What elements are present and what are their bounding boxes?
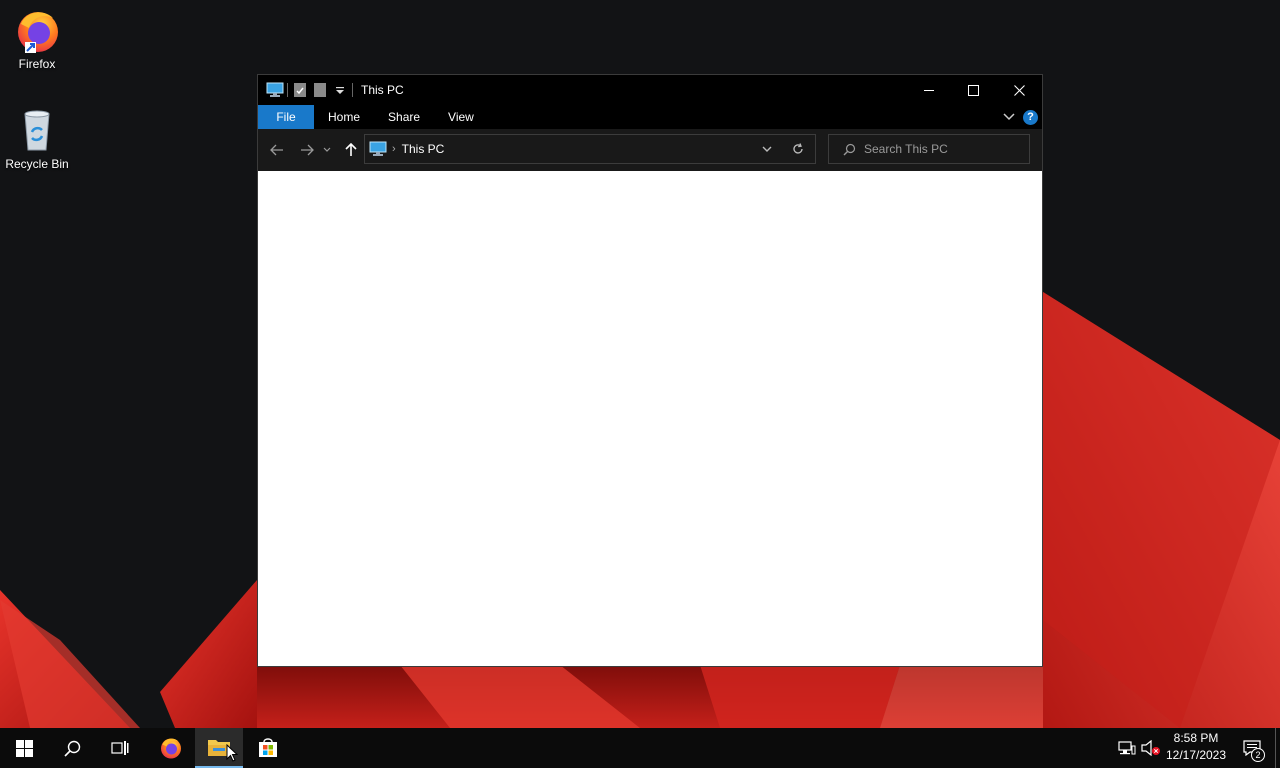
recycle-bin-icon — [13, 106, 61, 154]
taskbar-file-explorer[interactable] — [195, 728, 243, 768]
toolbar-separator — [352, 83, 353, 97]
breadcrumb-this-pc[interactable]: This PC — [402, 142, 445, 156]
firefox-icon — [161, 738, 181, 759]
notification-count-badge: 2 — [1251, 748, 1265, 762]
volume-muted-icon — [1141, 740, 1160, 756]
this-pc-icon[interactable] — [265, 80, 285, 100]
properties-icon[interactable] — [290, 80, 310, 100]
action-center-button[interactable]: 2 — [1234, 728, 1270, 768]
chevron-down-icon — [1003, 113, 1015, 121]
recent-locations-button[interactable] — [320, 139, 334, 161]
forward-button[interactable] — [296, 139, 318, 161]
customize-toolbar-icon[interactable] — [330, 80, 350, 100]
taskbar-search-button[interactable] — [48, 728, 96, 768]
network-button[interactable] — [1116, 728, 1138, 768]
navigation-bar: › This PC — [258, 129, 1042, 171]
search-icon — [843, 143, 856, 156]
quick-access-toolbar — [258, 75, 355, 105]
arrow-up-icon — [345, 143, 357, 156]
file-explorer-window[interactable]: This PC File Home Share View ? › This PC… — [257, 74, 1043, 667]
taskbar-microsoft-store[interactable] — [244, 728, 292, 768]
ribbon-tabs: File Home Share View ? — [258, 105, 1042, 129]
up-button[interactable] — [340, 139, 362, 161]
search-icon — [63, 740, 80, 757]
mouse-cursor-icon — [226, 744, 238, 762]
taskbar: 8:58 PM 12/17/2023 2 — [0, 728, 1280, 768]
windows-logo-icon — [15, 739, 33, 757]
start-button[interactable] — [0, 728, 48, 768]
search-box[interactable] — [828, 134, 1030, 164]
tab-share[interactable]: Share — [374, 105, 434, 129]
title-bar[interactable]: This PC — [258, 75, 1042, 105]
task-view-button[interactable] — [96, 728, 144, 768]
refresh-button[interactable] — [791, 142, 805, 156]
store-icon — [259, 738, 277, 757]
firefox-icon — [13, 6, 61, 54]
chevron-down-icon — [323, 147, 331, 152]
file-list-pane[interactable] — [258, 171, 1042, 666]
tab-file[interactable]: File — [258, 105, 314, 129]
desktop-icon-label: Firefox — [18, 57, 56, 71]
network-icon — [1118, 741, 1136, 755]
back-button[interactable] — [266, 139, 288, 161]
show-desktop-button[interactable] — [1275, 728, 1280, 768]
window-title: This PC — [361, 83, 404, 97]
help-icon[interactable]: ? — [1023, 109, 1038, 125]
arrow-left-icon — [270, 144, 283, 156]
breadcrumb-chevron-icon[interactable]: › — [392, 143, 396, 155]
desktop-icon-recycle-bin[interactable]: Recycle Bin — [1, 106, 73, 171]
clock-date: 12/17/2023 — [1165, 748, 1227, 762]
maximize-icon — [967, 84, 979, 96]
this-pc-icon — [369, 141, 387, 157]
tab-home[interactable]: Home — [314, 105, 374, 129]
new-folder-icon[interactable] — [310, 80, 330, 100]
toolbar-separator — [287, 83, 288, 97]
chevron-down-icon — [762, 146, 772, 152]
volume-button[interactable] — [1140, 728, 1162, 768]
address-bar[interactable]: › This PC — [364, 134, 816, 164]
expand-ribbon-button[interactable] — [1003, 113, 1015, 121]
clock[interactable]: 8:58 PM 12/17/2023 — [1160, 730, 1232, 766]
address-history-button[interactable] — [761, 143, 773, 155]
desktop-icon-firefox[interactable]: Firefox — [1, 6, 73, 71]
minimize-icon — [924, 90, 934, 91]
clock-time: 8:58 PM — [1173, 731, 1219, 745]
refresh-icon — [793, 143, 803, 154]
taskbar-firefox[interactable] — [147, 728, 195, 768]
desktop-icon-label: Recycle Bin — [5, 157, 69, 171]
ribbon-controls: ? — [1003, 105, 1042, 129]
minimize-button[interactable] — [906, 75, 952, 105]
task-view-icon — [111, 741, 129, 755]
search-input[interactable] — [864, 142, 1024, 156]
close-icon — [1013, 84, 1025, 96]
arrow-right-icon — [301, 144, 314, 156]
close-button[interactable] — [996, 75, 1042, 105]
maximize-button[interactable] — [950, 75, 996, 105]
tab-view[interactable]: View — [434, 105, 488, 129]
